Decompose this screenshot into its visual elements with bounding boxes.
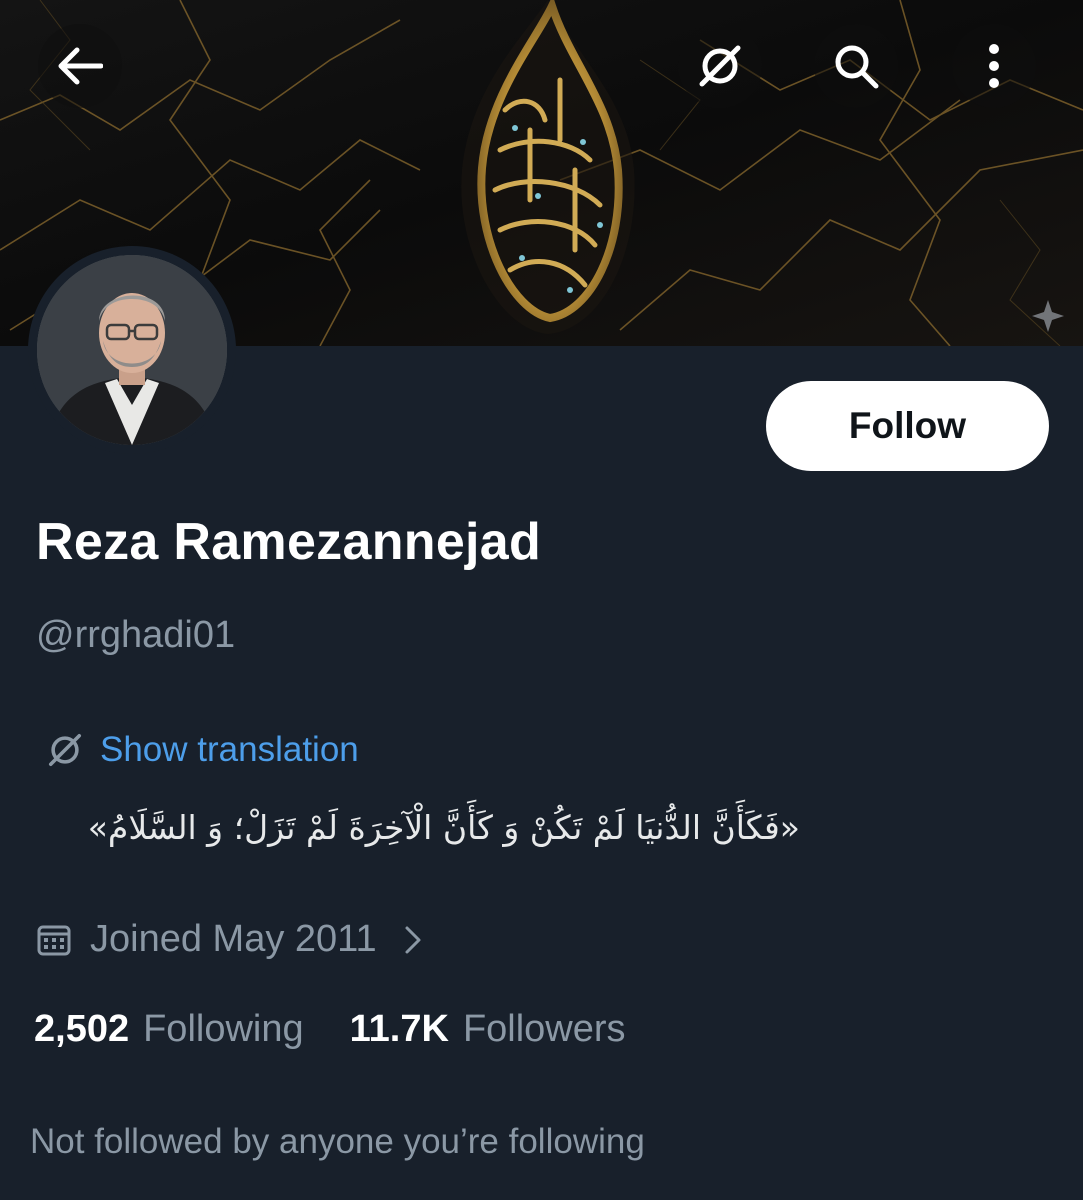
- following-label: Following: [143, 1008, 304, 1050]
- username-handle: @rrghadi01: [36, 614, 236, 656]
- joined-date-row[interactable]: Joined May 2011: [36, 918, 423, 961]
- show-translation-label: Show translation: [100, 730, 359, 769]
- mutual-followers-text: Not followed by anyone you’re following: [30, 1122, 645, 1161]
- search-icon: [835, 45, 879, 89]
- joined-date: Joined May 2011: [90, 918, 377, 960]
- arrow-left-icon: [58, 47, 103, 85]
- follow-stats: 2,502 Following 11.7K Followers: [34, 1008, 626, 1051]
- following-count: 2,502: [34, 1008, 130, 1050]
- calendar-icon: [37, 925, 71, 955]
- more-options-button[interactable]: [952, 24, 1036, 108]
- followers-label: Followers: [462, 1008, 626, 1050]
- more-vertical-icon: [989, 44, 999, 88]
- chevron-right-icon: [403, 925, 423, 955]
- translate-icon: [699, 45, 741, 87]
- profile-page: Follow Reza Ramezannejad @rrghadi01 Show…: [0, 0, 1083, 1200]
- show-translation-link[interactable]: Show translation: [46, 730, 359, 770]
- profile-bio: «فَکَأَنَّ الدُّنیَا لَمْ تَکُنْ وَ کَأَ…: [87, 808, 800, 847]
- avatar[interactable]: [28, 246, 236, 454]
- followers-count: 11.7K: [349, 1008, 449, 1050]
- translate-icon: [48, 733, 82, 767]
- search-button[interactable]: [814, 24, 898, 108]
- follow-button[interactable]: Follow: [766, 381, 1049, 471]
- back-button[interactable]: [38, 24, 122, 108]
- followers-stat[interactable]: 11.7K Followers: [350, 1008, 626, 1051]
- following-stat[interactable]: 2,502 Following: [34, 1008, 304, 1051]
- translate-button[interactable]: [678, 24, 762, 108]
- avatar-image: [37, 255, 227, 445]
- display-name: Reza Ramezannejad: [36, 513, 542, 571]
